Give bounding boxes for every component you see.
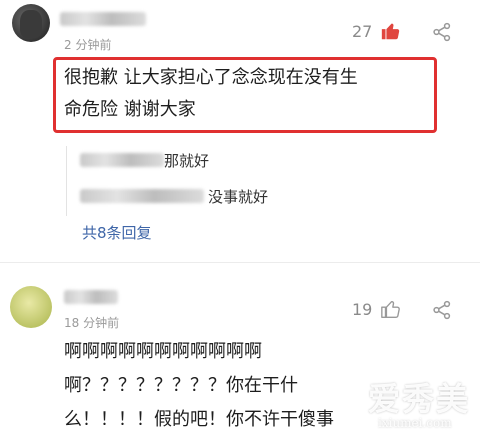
reply-text: 没事就好 — [208, 188, 269, 206]
username-blurred[interactable] — [60, 12, 146, 26]
reply-text: 那就好 — [164, 152, 210, 170]
reply-thread-line — [66, 146, 67, 216]
watermark-logo: 爱秀美 — [368, 380, 471, 418]
like-count: 19 — [352, 300, 373, 319]
comment-time: 2 分钟前 — [64, 38, 112, 52]
like-count: 27 — [352, 22, 373, 41]
reply-item[interactable]: 没事就好 — [80, 186, 300, 206]
like-thumb-icon[interactable] — [380, 298, 402, 320]
watermark-url: ixiumei.com — [378, 416, 452, 430]
share-icon[interactable] — [432, 300, 452, 320]
reply-item[interactable]: 那就好 — [80, 150, 280, 170]
avatar[interactable] — [10, 286, 52, 328]
comment-text-line-2: 啊？？？？？？？？你在干什 — [64, 375, 298, 396]
avatar[interactable] — [12, 4, 50, 42]
comment-text-line-3: 么！！！！假的吧！你不许干傻事 — [64, 409, 334, 430]
share-icon[interactable] — [432, 22, 452, 42]
more-replies-link[interactable]: 共8条回复 — [82, 222, 152, 243]
comment-time: 18 分钟前 — [64, 316, 120, 330]
reply-username-blurred — [80, 153, 164, 167]
comment-text-line-1: 很抱歉 让大家担心了念念现在没有生 — [64, 67, 358, 88]
like-thumb-icon[interactable] — [380, 20, 402, 42]
reply-username-blurred — [80, 189, 204, 203]
comment-text-line-1: 啊啊啊啊啊啊啊啊啊啊啊 — [64, 341, 262, 362]
username-blurred[interactable] — [64, 290, 118, 304]
divider — [0, 262, 480, 263]
comment-text-line-2: 命危险 谢谢大家 — [64, 99, 196, 120]
